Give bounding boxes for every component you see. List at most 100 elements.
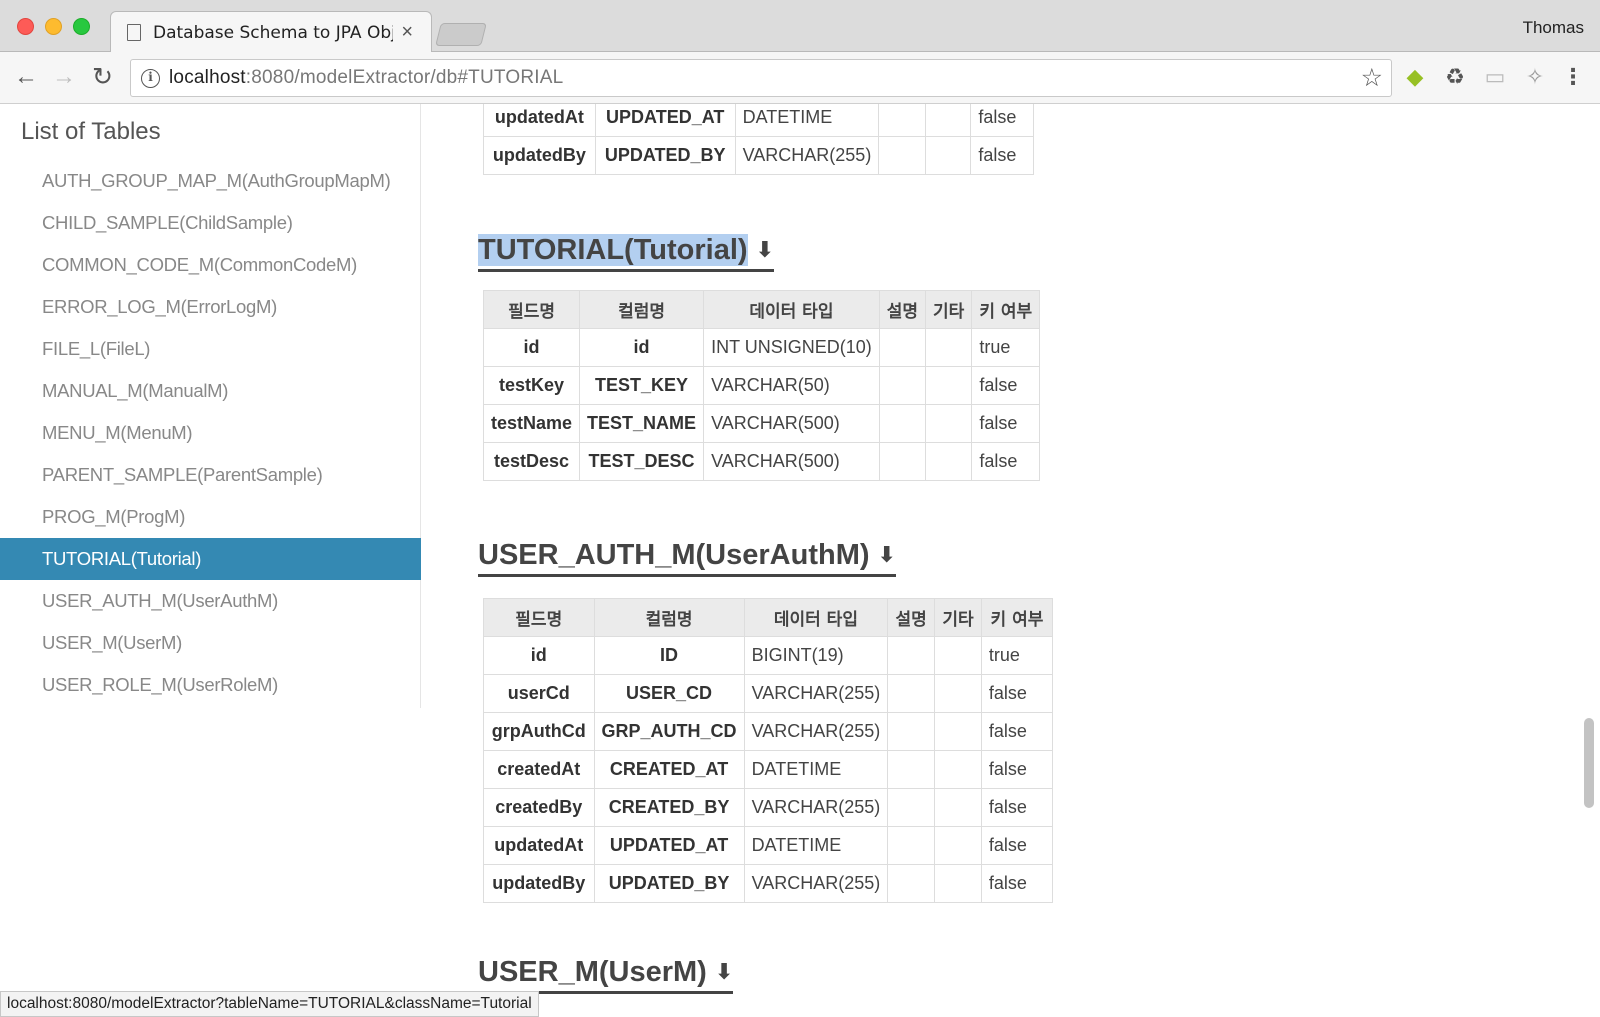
sidebar-item[interactable]: AUTH_GROUP_MAP_M(AuthGroupMapM) (0, 160, 421, 202)
browser-toolbar: ← → ↻ i localhost:8080/modelExtractor/db… (0, 52, 1600, 104)
url-host: localhost (169, 67, 246, 88)
table-row: testName TEST_NAME VARCHAR(500) false (482, 404, 1041, 443)
description-cell (878, 404, 927, 443)
field-name-cell: updatedAt (483, 104, 596, 137)
data-type-cell: VARCHAR(500) (703, 404, 880, 443)
column-name-cell: UPDATED_AT (593, 826, 745, 865)
column-name-cell: CREATED_AT (593, 750, 745, 789)
info-icon[interactable]: i (141, 69, 160, 88)
url-text[interactable]: localhost:8080/modelExtractor/db#TUTORIA… (169, 67, 563, 89)
column-header[interactable]: 컬럼명 (579, 290, 705, 329)
description-cell (887, 750, 936, 789)
data-type-cell: BIGINT(19) (743, 636, 889, 675)
browser-menu-icon[interactable]: ⋮ (1560, 64, 1586, 90)
zoom-window-button[interactable] (73, 18, 90, 35)
tab-title: Database Schema to JPA Objects (153, 23, 393, 43)
puzzle-extension-icon[interactable]: ✧ (1522, 64, 1548, 90)
column-header[interactable]: 데이터 타입 (703, 290, 880, 329)
column-name-cell: id (579, 328, 705, 367)
vertical-scrollbar[interactable] (1584, 718, 1594, 808)
data-type-cell: VARCHAR(255) (743, 864, 889, 903)
table-row: testDesc TEST_DESC VARCHAR(500) false (482, 442, 1041, 481)
table-row: id ID BIGINT(19) true (483, 636, 1054, 675)
recycle-extension-icon[interactable]: ♻ (1442, 64, 1468, 90)
sidebar-item[interactable]: CHILD_SAMPLE(ChildSample) (0, 202, 421, 244)
column-header[interactable]: 키 여부 (980, 598, 1054, 637)
table-row: createdAt CREATED_AT DATETIME false (483, 750, 1054, 789)
description-cell (887, 674, 936, 713)
new-tab-button[interactable] (435, 23, 487, 46)
table-row: updatedBy UPDATED_BY VARCHAR(255) false (483, 136, 1034, 175)
column-header[interactable]: 필드명 (483, 598, 595, 637)
column-header[interactable]: 키 여부 (971, 290, 1041, 329)
column-header[interactable]: 설명 (878, 290, 927, 329)
column-header[interactable]: 설명 (887, 598, 936, 637)
description-cell (878, 136, 926, 175)
key-flag-cell: false (980, 864, 1054, 903)
bookmark-star-icon[interactable]: ☆ (1361, 63, 1383, 93)
column-name-cell: TEST_KEY (579, 366, 705, 405)
close-tab-icon[interactable]: × (401, 21, 413, 44)
etc-cell (925, 442, 973, 481)
sidebar-item[interactable]: MENU_M(MenuM) (0, 412, 421, 454)
etc-cell (934, 788, 982, 827)
column-name-cell: USER_CD (593, 674, 745, 713)
back-icon[interactable]: ← (14, 63, 38, 91)
browser-tab-active[interactable]: Database Schema to JPA Objects × (110, 11, 432, 53)
key-flag-cell: false (971, 404, 1041, 443)
description-cell (878, 442, 927, 481)
column-header[interactable]: 컬럼명 (593, 598, 745, 637)
data-type-cell: VARCHAR(255) (743, 674, 889, 713)
download-icon[interactable]: ⬇ (715, 954, 733, 990)
sidebar-item[interactable]: PARENT_SAMPLE(ParentSample) (0, 454, 421, 496)
user-auth-schema-table: 필드명 컬럼명 데이터 타입 설명 기타 키 여부 id ID BIGINT(19) true us… (483, 598, 1054, 903)
sidebar-item[interactable]: USER_ROLE_M(UserRoleM) (0, 664, 421, 706)
column-name-cell: CREATED_BY (593, 788, 745, 827)
minimize-window-button[interactable] (45, 18, 62, 35)
download-icon[interactable]: ⬇ (756, 232, 774, 268)
etc-cell (934, 712, 982, 751)
key-flag-cell: false (970, 104, 1034, 137)
address-bar[interactable]: i localhost:8080/modelExtractor/db#TUTOR… (130, 59, 1392, 97)
data-type-cell: DATETIME (743, 826, 889, 865)
field-name-cell: testDesc (482, 442, 581, 481)
sidebar-item[interactable]: TUTORIAL(Tutorial) (0, 538, 421, 580)
reload-icon[interactable]: ↻ (92, 63, 113, 91)
etc-cell (924, 104, 972, 137)
column-header[interactable]: 기타 (925, 290, 973, 329)
table-row: updatedBy UPDATED_BY VARCHAR(255) false (483, 864, 1054, 903)
column-header[interactable]: 기타 (934, 598, 982, 637)
sidebar-item[interactable]: COMMON_CODE_M(CommonCodeM) (0, 244, 421, 286)
description-cell (887, 826, 936, 865)
etc-cell (925, 328, 973, 367)
sidebar-item[interactable]: MANUAL_M(ManualM) (0, 370, 421, 412)
data-type-cell: DATETIME (734, 104, 880, 137)
document-icon (127, 24, 141, 41)
field-name-cell: id (483, 636, 595, 675)
etc-cell (934, 826, 982, 865)
sidebar-item[interactable]: USER_M(UserM) (0, 622, 421, 664)
etc-cell (925, 366, 973, 405)
forward-icon[interactable]: → (52, 63, 76, 91)
key-flag-cell: false (980, 826, 1054, 865)
android-extension-icon[interactable]: ◆ (1402, 64, 1428, 90)
cast-extension-icon[interactable]: ▭ (1482, 64, 1508, 90)
sidebar: List of Tables AUTH_GROUP_MAP_M(AuthGrou… (0, 104, 421, 708)
column-header[interactable]: 필드명 (482, 290, 581, 329)
section-title-tutorial[interactable]: TUTORIAL(Tutorial) ⬇ (478, 232, 774, 272)
sidebar-item[interactable]: ERROR_LOG_M(ErrorLogM) (0, 286, 421, 328)
page-viewport: List of Tables AUTH_GROUP_MAP_M(AuthGrou… (0, 104, 1600, 1017)
column-header[interactable]: 데이터 타입 (743, 598, 889, 637)
field-name-cell: updatedAt (483, 826, 595, 865)
section-title-text: TUTORIAL(Tutorial) (478, 234, 748, 266)
section-title-user-m[interactable]: USER_M(UserM) ⬇ (478, 954, 734, 994)
sidebar-item[interactable]: PROG_M(ProgM) (0, 496, 421, 538)
sidebar-item[interactable]: FILE_L(FileL) (0, 328, 421, 370)
download-icon[interactable]: ⬇ (878, 537, 896, 573)
etc-cell (924, 136, 972, 175)
profile-name[interactable]: Thomas (1523, 18, 1584, 38)
section-title-user-auth[interactable]: USER_AUTH_M(UserAuthM) ⬇ (478, 537, 896, 577)
close-window-button[interactable] (17, 18, 34, 35)
sidebar-item[interactable]: USER_AUTH_M(UserAuthM) (0, 580, 421, 622)
field-name-cell: updatedBy (483, 136, 596, 175)
